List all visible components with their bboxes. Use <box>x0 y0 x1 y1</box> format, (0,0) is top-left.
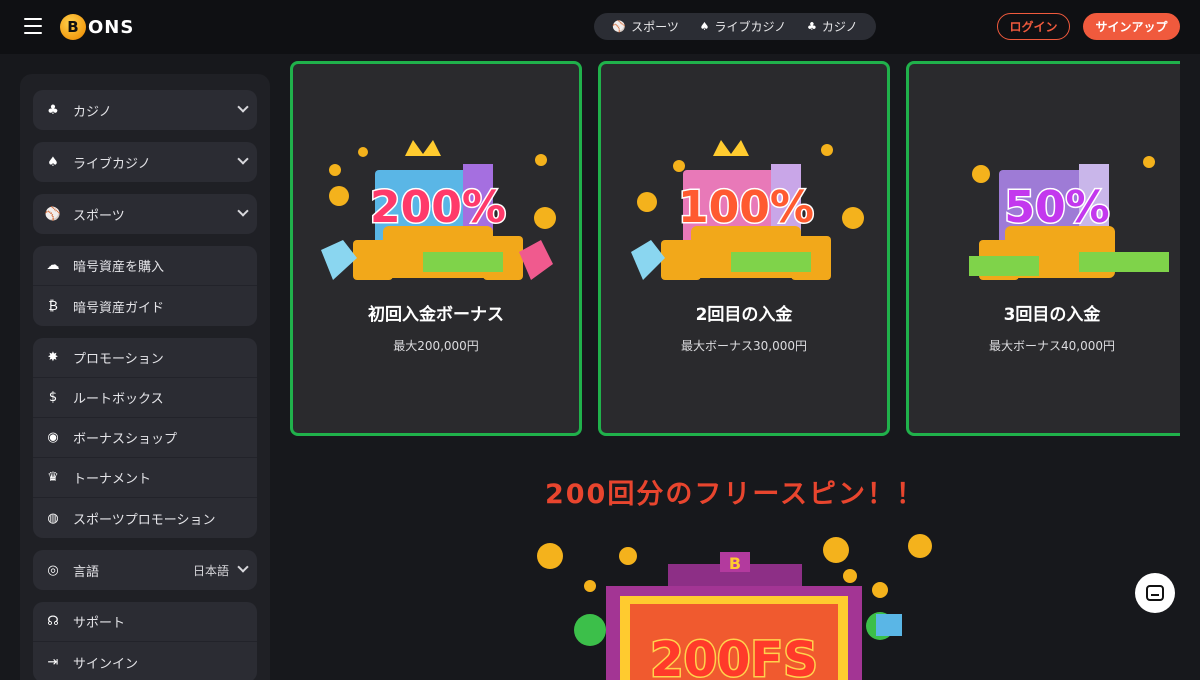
free-spins-slot-illustration: B 200FS <box>537 534 932 680</box>
sidebar-item-tournament[interactable]: ♛ トーナメント <box>33 458 257 498</box>
casino-icon: ♣ <box>47 102 59 118</box>
topnav-sports[interactable]: ⚾ スポーツ <box>612 18 678 35</box>
bonus-shop-icon: ◉ <box>47 430 59 445</box>
bonus-card-title: 2回目の入金 <box>695 305 793 325</box>
headset-icon: ☊ <box>47 614 59 629</box>
crypto-buy-icon: ☁ <box>46 258 60 273</box>
sidebar-item-support[interactable]: ☊ サポート <box>33 602 257 642</box>
bonus-card-title: 初回入金ボーナス <box>368 305 504 325</box>
sports-promo-icon: ◍ <box>47 510 59 526</box>
chevron-down-icon <box>237 561 249 573</box>
bonus-card-2[interactable]: 100% 2回目の入金 最大ボーナス30,000円 <box>598 61 890 436</box>
sidebar-item-promotions[interactable]: ✸ プロモーション <box>33 338 257 378</box>
sidebar: ♣ カジノ ♠ ライブカジノ ⚾ スポーツ ☁ 暗号資産を購入 ₿ 暗号資産ガイド ✸ プロ… <box>20 74 270 680</box>
sidebar-item-casino[interactable]: ♣ カジノ <box>33 90 257 130</box>
menu-icon[interactable] <box>24 18 42 34</box>
bonus-200-illustration: 200% <box>321 140 556 280</box>
language-value: 日本語 <box>192 563 229 578</box>
topnav-casino[interactable]: ♣ カジノ <box>807 18 858 35</box>
sidebar-item-live-casino[interactable]: ♠ ライブカジノ <box>33 142 257 182</box>
free-spins-title: 200回分のフリースピン！！ <box>544 479 925 510</box>
games-group: ♣ カジノ <box>33 90 257 130</box>
sidebar-item-crypto-guide[interactable]: ₿ 暗号資産ガイド <box>33 286 257 326</box>
bonus-card-title: 3回目の入金 <box>1003 305 1101 325</box>
bonus-card-3[interactable]: 50% 3回目の入金 最大ボーナス40,000円 <box>906 61 1180 436</box>
lootbox-icon: $ <box>48 390 58 405</box>
language-selector[interactable]: ◎ 言語 日本語 <box>33 550 257 590</box>
sidebar-item-buy-crypto[interactable]: ☁ 暗号資産を購入 <box>33 246 257 286</box>
bonus-card-subtitle: 最大ボーナス30,000円 <box>681 339 807 353</box>
live-casino-icon: ♠ <box>699 20 710 33</box>
sidebar-item-sports-promo[interactable]: ◍ スポーツプロモーション <box>33 498 257 538</box>
slot-logo-letter: B <box>729 554 741 573</box>
topnav-live-casino[interactable]: ♠ ライブカジノ <box>700 18 787 35</box>
slot-200fs-badge: 200FS <box>650 632 818 680</box>
live-casino-icon: ♠ <box>47 154 59 170</box>
live-group: ♠ ライブカジノ <box>33 142 257 182</box>
bonus-100-illustration: 100% <box>631 140 864 280</box>
bonus-200-badge: 200% <box>370 182 506 233</box>
sidebar-item-lootbox[interactable]: $ ルートボックス <box>33 378 257 418</box>
trophy-icon: ♛ <box>47 470 59 485</box>
chat-icon <box>1146 585 1164 601</box>
login-button[interactable]: ログイン <box>997 13 1070 40</box>
signup-button[interactable]: サインアップ <box>1083 13 1180 40</box>
bitcoin-icon: ₿ <box>48 299 58 314</box>
sidebar-item-signin[interactable]: ⇥ サインイン <box>33 642 257 680</box>
chat-support-button[interactable] <box>1135 573 1175 613</box>
chevron-down-icon <box>237 205 249 217</box>
globe-icon: ◎ <box>47 562 59 578</box>
promotion-icon: ✸ <box>47 350 59 365</box>
bonus-card-subtitle: 最大200,000円 <box>393 339 479 353</box>
bonus-50-badge: 50% <box>1004 182 1109 233</box>
chevron-down-icon <box>237 153 249 165</box>
sports-group: ⚾ スポーツ <box>33 194 257 234</box>
crypto-group: ☁ 暗号資産を購入 ₿ 暗号資産ガイド <box>33 246 257 326</box>
support-group: ☊ サポート ⇥ サインイン <box>33 602 257 680</box>
sidebar-item-bonus-shop[interactable]: ◉ ボーナスショップ <box>33 418 257 458</box>
sports-icon: ⚾ <box>612 20 627 33</box>
top-nav: ⚾ スポーツ ♠ ライブカジノ ♣ カジノ <box>594 13 876 40</box>
logo-text: ONS <box>88 16 135 38</box>
chevron-down-icon <box>237 101 249 113</box>
sports-icon: ⚾ <box>44 206 62 222</box>
bonus-cards: 200% 初回入金ボーナス 最大200,000円 100% 2回目の入金 最大ボ… <box>290 61 1180 437</box>
signin-icon: ⇥ <box>47 654 59 670</box>
bonus-card-subtitle: 最大ボーナス40,000円 <box>989 339 1115 353</box>
bonus-card-1[interactable]: 200% 初回入金ボーナス 最大200,000円 <box>290 61 582 436</box>
sidebar-item-sports[interactable]: ⚾ スポーツ <box>33 194 257 234</box>
logo-coin: B <box>60 14 86 40</box>
bons-logo[interactable]: B ONS <box>60 14 134 40</box>
casino-icon: ♣ <box>806 20 817 33</box>
bonus-50-illustration: 50% <box>969 156 1169 280</box>
promos-group: ✸ プロモーション $ ルートボックス ◉ ボーナスショップ ♛ トーナメント ◍ スポー… <box>33 338 257 538</box>
bonus-100-badge: 100% <box>678 182 814 233</box>
top-header: B ONS ⚾ スポーツ ♠ ライブカジノ ♣ カジノ ログイン サインアップ <box>0 0 1200 54</box>
language-group: ◎ 言語 日本語 <box>33 550 257 590</box>
